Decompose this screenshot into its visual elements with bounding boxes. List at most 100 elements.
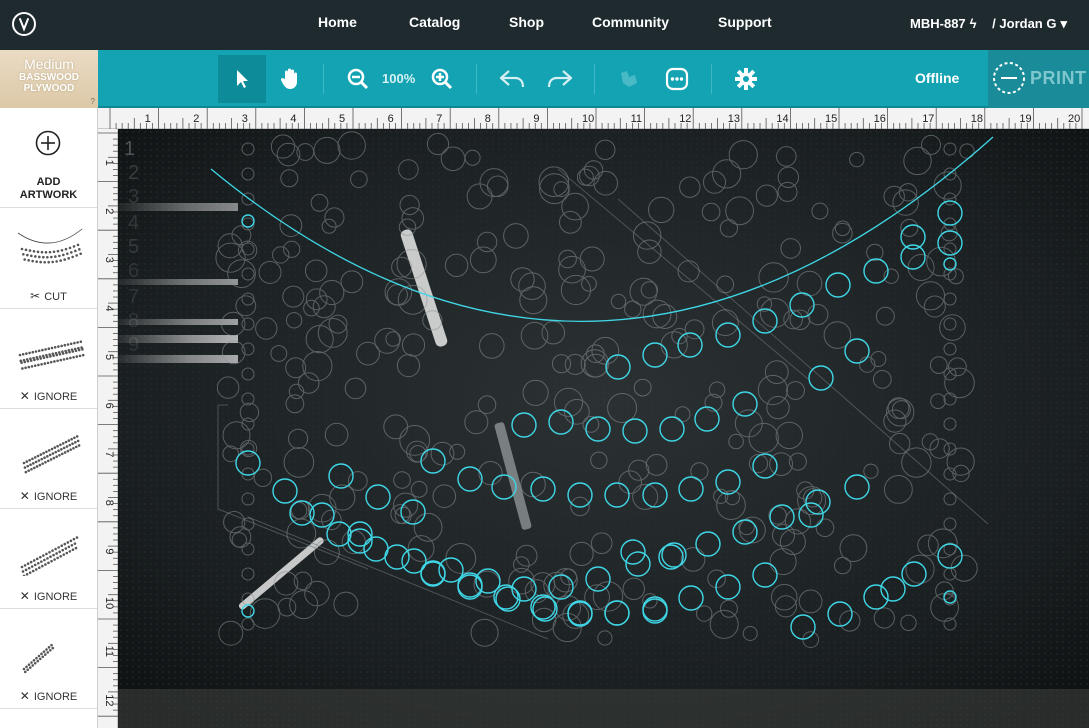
- more-options-button[interactable]: [653, 55, 701, 103]
- thumbnail-dot: [40, 560, 43, 563]
- redo-button[interactable]: [536, 55, 584, 103]
- x-icon: ✕: [19, 489, 30, 503]
- thumbnail-dot: [46, 455, 49, 458]
- thumbnail-dot: [41, 462, 44, 465]
- chevron-down-icon[interactable]: ▾: [1060, 16, 1067, 31]
- thumbnail-dot: [60, 448, 63, 451]
- thumbnail-dot: [76, 439, 80, 443]
- zoom-in-button[interactable]: [418, 55, 466, 103]
- thumbnail-dot: [68, 246, 72, 250]
- undo-icon: [499, 70, 525, 88]
- ruler-number: 1: [145, 113, 151, 125]
- settings-button[interactable]: [722, 55, 770, 103]
- ruler-number: 9: [533, 113, 539, 125]
- artwork-sidebar: ADD ARTWORK ✂ CUT ✕ IGNORE ✕ IGNORE ✕ IGNORE…: [0, 108, 98, 728]
- ruler-number: 12: [103, 694, 115, 706]
- thumbnail-dot: [33, 364, 37, 367]
- artwork-thumbnail: [22, 643, 55, 674]
- thumbnail-dot: [24, 568, 28, 572]
- thumbnail-dot: [30, 467, 33, 471]
- toolbar-divider: [594, 64, 595, 94]
- thumbnail-dot: [54, 255, 57, 258]
- thumbnail-dot: [22, 667, 26, 671]
- thumbnail-dot: [37, 363, 40, 367]
- nav-home[interactable]: Home: [318, 14, 357, 30]
- ruler-number: 12: [679, 113, 691, 125]
- thumbnail-dot: [23, 258, 26, 261]
- thumbnail-dot: [74, 249, 77, 253]
- pan-tool-button[interactable]: [266, 55, 314, 103]
- ruler-number: 5: [103, 354, 115, 360]
- zoom-out-button[interactable]: [334, 55, 382, 103]
- artwork-item[interactable]: ✕ IGNORE: [0, 509, 97, 609]
- nav-catalog[interactable]: Catalog: [409, 14, 460, 30]
- artwork-status[interactable]: ✕ IGNORE: [0, 389, 97, 403]
- thumbnail-dot: [55, 353, 59, 357]
- device-name[interactable]: MBH-887: [910, 16, 966, 31]
- thumbnail-dot: [69, 356, 72, 360]
- thumbnail-dot: [75, 435, 79, 438]
- ruler-number: 6: [103, 403, 115, 409]
- undo-button[interactable]: [488, 55, 536, 103]
- thumbnail-dot: [21, 570, 25, 573]
- thumbnail-dot: [69, 539, 73, 543]
- thumbnail-dot: [26, 562, 30, 566]
- svg-text:6: 6: [128, 260, 139, 282]
- print-button[interactable]: PRINT: [988, 50, 1089, 108]
- thumbnail-dot: [71, 548, 75, 552]
- thumbnail-dot: [21, 367, 24, 370]
- thumbnail-dot: [26, 668, 30, 672]
- thumbnail-dot: [44, 563, 47, 566]
- thumbnail-dot: [72, 537, 76, 541]
- logo-icon[interactable]: [11, 11, 37, 37]
- nav-support[interactable]: Support: [718, 14, 772, 30]
- artwork-status[interactable]: ✕ IGNORE: [0, 589, 97, 603]
- thumbnail-dot: [49, 555, 52, 559]
- artwork-status[interactable]: ✕ IGNORE: [0, 689, 97, 703]
- thumbnail-dot: [62, 446, 66, 450]
- thumbnail-dot: [46, 557, 49, 560]
- thumbnail-dot: [42, 650, 46, 653]
- add-artwork-button[interactable]: ADD ARTWORK: [0, 108, 97, 208]
- material-help[interactable]: ?: [91, 97, 95, 106]
- ruler-number: 3: [103, 257, 115, 263]
- zoom-out-icon: [347, 68, 369, 90]
- thumbnail-dot: [33, 661, 37, 665]
- thumbnail-dot: [34, 350, 38, 353]
- thumbnail-dot: [60, 544, 64, 548]
- artwork-item[interactable]: ✕ IGNORE: [0, 609, 97, 709]
- material-selector[interactable]: Medium BASSWOOD PLYWOOD ?: [0, 50, 98, 108]
- magic-wand-button[interactable]: [605, 55, 653, 103]
- select-tool-button[interactable]: [218, 55, 266, 103]
- thumbnail-dot: [42, 356, 46, 360]
- thumbnail-dot: [29, 359, 33, 362]
- thumbnail-dot: [66, 343, 70, 346]
- thumbnail-dot: [74, 546, 78, 550]
- thumbnail-dot: [59, 443, 62, 447]
- nav-shop[interactable]: Shop: [509, 14, 544, 30]
- artwork-item[interactable]: ✂ CUT: [0, 209, 97, 309]
- artwork-item[interactable]: ✕ IGNORE: [0, 309, 97, 409]
- artwork-status[interactable]: ✕ IGNORE: [0, 489, 97, 503]
- thumbnail-dot: [34, 255, 37, 258]
- thumbnail-dot: [65, 357, 69, 360]
- thumbnail-dot: [51, 646, 55, 650]
- nav-community[interactable]: Community: [592, 14, 669, 30]
- thumbnail-dot: [39, 260, 42, 264]
- thumbnail-dot: [41, 564, 44, 568]
- user-menu[interactable]: / Jordan G: [992, 16, 1056, 31]
- thumbnail-dot: [25, 460, 29, 463]
- thumbnail-dot: [53, 446, 57, 449]
- bed-camera-canvas[interactable]: 123 456 789: [118, 129, 1089, 728]
- bed-view[interactable]: 123 456 789: [118, 129, 1089, 728]
- artwork-status[interactable]: ✂ CUT: [0, 289, 97, 303]
- artwork-item[interactable]: ✕ IGNORE: [0, 409, 97, 509]
- material-thickness: Medium: [24, 56, 74, 72]
- thumbnail-dot: [52, 553, 55, 557]
- thumbnail-dot: [76, 243, 80, 247]
- thumbnail-dot: [53, 558, 56, 561]
- material-name: BASSWOOD PLYWOOD: [19, 72, 79, 94]
- ruler-number: 14: [776, 113, 788, 125]
- thumbnail-dot: [81, 353, 85, 357]
- thumbnail-dot: [54, 547, 57, 551]
